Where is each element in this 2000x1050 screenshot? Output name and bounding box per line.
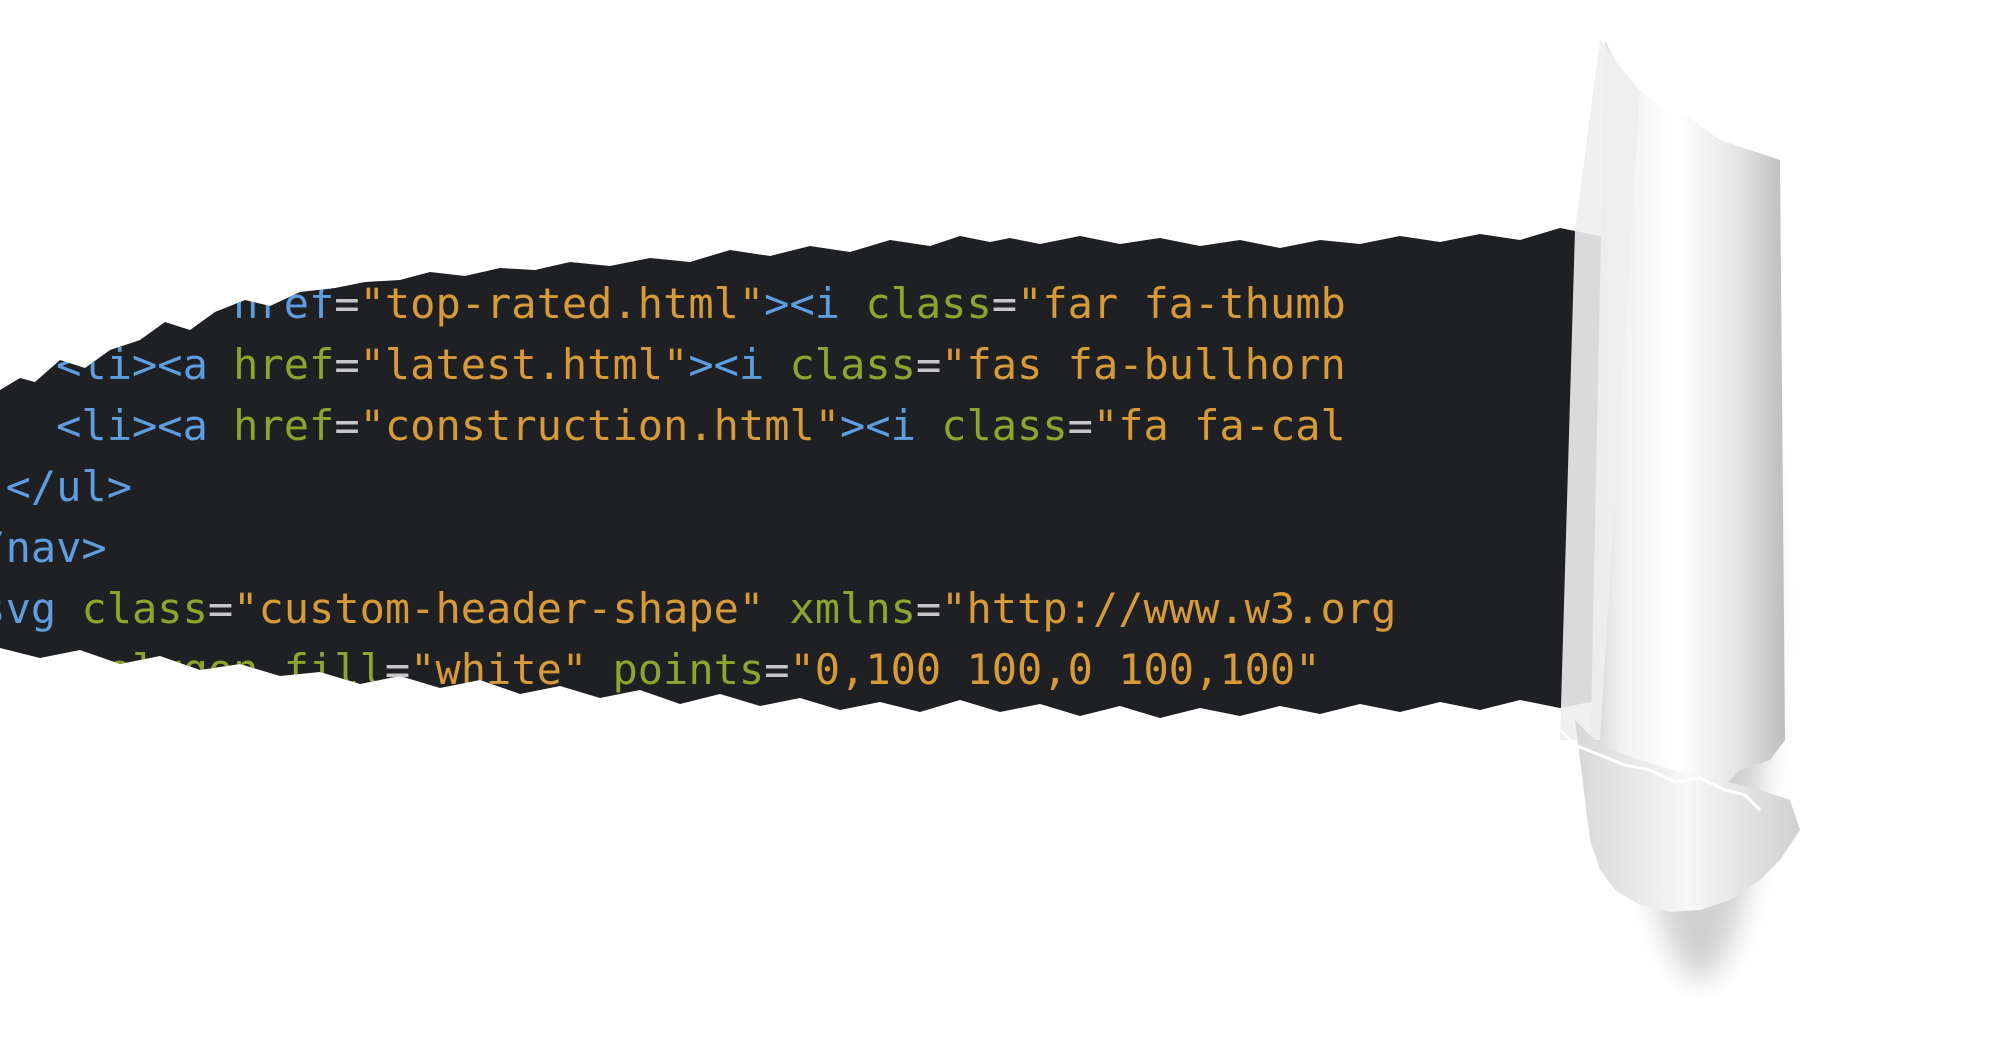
code-token: ><i	[688, 340, 789, 389]
code-token: points	[612, 645, 764, 694]
code-token: class	[790, 340, 916, 389]
code-token: <svg	[0, 584, 81, 633]
code-token: href	[233, 340, 334, 389]
code-token: <polygon fill	[0, 645, 385, 694]
code-token: <li><a href	[0, 279, 334, 328]
code-token: =	[916, 584, 941, 633]
code-token: xmlns	[789, 584, 915, 633]
code-token: =	[764, 645, 789, 694]
code-line: <li><a href="construction.html"><i class…	[0, 401, 1346, 450]
code-line: </nav>	[0, 523, 107, 572]
torn-opening: <li><a href="top-rated.html"><i class="f…	[0, 226, 1625, 718]
code-line: <li><a href="top-rated.html"><i class="f…	[0, 279, 1346, 328]
code-token: =	[385, 645, 410, 694]
code-token: class	[865, 279, 991, 328]
torn-paper-code-illustration: <li><a href="top-rated.html"><i class="f…	[0, 0, 2000, 1050]
code-token: class	[941, 401, 1067, 450]
illustration-canvas: <li><a href="top-rated.html"><i class="f…	[0, 40, 1800, 980]
code-token: ><i	[840, 401, 941, 450]
code-line: <polygon fill="white" points="0,100 100,…	[0, 645, 1321, 694]
code-token: "fas fa-bullhorn	[941, 340, 1346, 389]
code-token: "far fa-thumb	[1017, 279, 1346, 328]
code-token: "top-rated.html"	[360, 279, 765, 328]
code-token: ><i	[764, 279, 865, 328]
code-token: "latest.html"	[360, 340, 689, 389]
code-line: </ul>	[0, 462, 132, 511]
code-token: href	[233, 401, 334, 450]
code-token: =	[334, 401, 359, 450]
code-token: <li><a	[0, 340, 233, 389]
code-token: =	[334, 340, 359, 389]
code-token: =	[916, 340, 941, 389]
code-token: class	[81, 584, 207, 633]
code-line: <svg class="custom-header-shape" xmlns="…	[0, 584, 1396, 633]
paper-curl	[1558, 40, 1800, 912]
code-token: </nav>	[0, 523, 107, 572]
code-line: <li><a href="latest.html"><i class="fas …	[0, 340, 1346, 389]
code-token: "http://www.w3.org	[941, 584, 1396, 633]
code-token: "custom-header-shape"	[233, 584, 789, 633]
code-token: "0,100 100,0 100,100"	[789, 645, 1320, 694]
code-token: "construction.html"	[360, 401, 840, 450]
code-token: "white"	[410, 645, 612, 694]
code-token: <li><a	[0, 401, 233, 450]
code-token: =	[208, 584, 233, 633]
code-token: =	[1068, 401, 1093, 450]
code-token: =	[334, 279, 359, 328]
code-token: "fa fa-cal	[1093, 401, 1346, 450]
code-token: =	[992, 279, 1017, 328]
code-token: </ul>	[0, 462, 132, 511]
